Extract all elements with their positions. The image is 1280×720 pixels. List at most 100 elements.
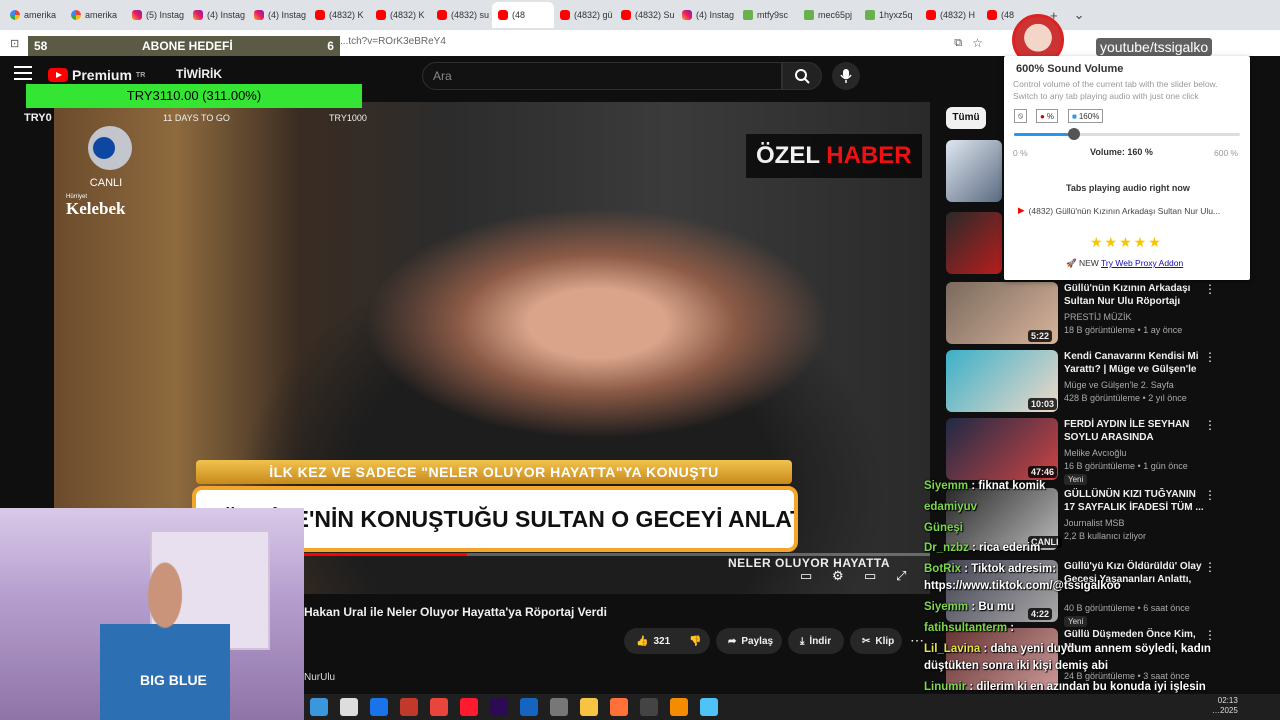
chat-message: Siyemm : fiknat komik [924,480,1045,492]
browser-tab-label: (4) Instag [207,10,246,20]
fullscreen-icon[interactable]: ⤢ [896,568,906,584]
browser-tab[interactable]: 1hyxz5q [859,2,920,28]
channel-name[interactable]: NurUlu [304,672,335,683]
clock-time: 02:13 [1217,696,1238,705]
app-icon[interactable] [400,698,418,716]
opera-icon[interactable] [460,698,478,716]
paint-icon[interactable] [700,698,718,716]
browser-tab[interactable]: (4832) K [370,2,431,28]
recommendation-item[interactable]: 47:46 FERDİ AYDIN İLE SEYHAN SOYLU ARASIN… [946,418,1266,485]
youtube-tab-icon: ▶ [1018,205,1025,215]
recommendation-thumbnail[interactable] [946,212,1002,274]
volume-slider-handle[interactable] [1068,128,1080,140]
thumbs-up-icon[interactable]: 👍 [636,636,648,647]
app-icon[interactable] [550,698,568,716]
new-badge: Yeni [1064,474,1088,485]
more-vert-icon[interactable]: ⋮ [1204,418,1216,432]
bookmark-star-icon[interactable]: ☆ [972,36,983,50]
search-button[interactable] [782,62,822,90]
recommendation-item[interactable]: 5:22 Güllü'nün Kızının Arkadaşı Sultan Nu… [946,282,1266,346]
premiere-icon[interactable] [490,698,508,716]
proxy-link[interactable]: Try Web Proxy Addon [1101,258,1183,268]
search-input[interactable]: Ara [422,62,782,90]
browser-tab-label: (4) Instag [268,10,307,20]
like-dislike-group[interactable]: 👍 321 👎 [624,628,710,654]
more-vert-icon[interactable]: ⋮ [1204,350,1216,364]
browser-tab[interactable]: (4832) H [920,2,981,28]
chat-message: Linumir : dilerim ki en azından bu konud… [924,681,1206,693]
subtitles-icon[interactable]: ▭ [800,568,812,584]
chrome-icon[interactable] [430,698,448,716]
browser-tab[interactable]: (48 [492,2,554,28]
browser-tab[interactable]: (4) Instag [187,2,248,28]
more-vert-icon[interactable]: ⋮ [1204,560,1216,574]
download-label: İndir [809,635,832,647]
clip-button[interactable]: ✂ Klip [850,628,902,654]
percent-chip[interactable]: ● % [1036,109,1058,123]
folder-icon[interactable] [580,698,598,716]
browser-tab[interactable]: amerika [4,2,65,28]
vlc-icon[interactable] [670,698,688,716]
browser-tab-label: (5) Instag [146,10,185,20]
youtube-logo[interactable]: Premium TR [48,67,145,83]
google-favicon-icon [71,10,81,20]
browser-tab[interactable]: (4832) Su [615,2,676,28]
recommendation-title[interactable]: Kendi Canavarını Kendisi Mi Yarattı? | M… [1064,350,1204,376]
share-button[interactable]: ➦ Paylaş [716,628,782,654]
recommendation-title[interactable]: FERDİ AYDIN İLE SEYHAN SOYLU ARASINDA HA… [1064,418,1204,444]
browser-tab[interactable]: (4832) K [309,2,370,28]
address-url[interactable]: ...tch?v=ROrK3eBReY4 [340,36,446,47]
thumbs-down-icon[interactable]: 👎 [689,636,701,647]
boost-chip[interactable]: ■ 160% [1068,109,1104,123]
windows-start-icon[interactable] [310,698,328,716]
tab-search-icon[interactable]: ⊡ [10,37,19,50]
youtube-favicon-icon [315,10,325,20]
youtube-favicon-icon [926,10,936,20]
settings-gear-icon[interactable]: ⚙ [832,568,844,584]
app-icon[interactable] [520,698,538,716]
recommendation-channel[interactable]: PRESTİJ MÜZİK [1064,312,1132,322]
hamburger-menu-icon[interactable] [14,66,32,80]
mute-chip[interactable]: ⦸ [1014,109,1028,123]
more-vert-icon[interactable]: ⋮ [1204,282,1216,296]
browser-tab-label: (4832) su [451,10,490,20]
browser-tab[interactable]: (4) Instag [676,2,737,28]
outlook-icon[interactable] [370,698,388,716]
recommendation-meta: 24 B görüntüleme • 3 saat önce [1064,671,1190,681]
lower-third-top: İLK KEZ VE SADECE "NELER OLUYOR HAYATTA"… [196,460,792,484]
recommendation-title[interactable]: GÜLLÜNÜN KIZI TUĞYANIN 17 SAYFALIK İFADE… [1064,488,1204,514]
download-button[interactable]: ⤓ İndir [788,628,844,654]
browser-tab[interactable]: amerika [65,2,126,28]
ozel-haber-badge: ÖZEL HABER [746,134,922,178]
recommendation-title[interactable]: Güllü'nün Kızının Arkadaşı Sultan Nur Ul… [1064,282,1204,308]
instagram-favicon-icon [193,10,203,20]
browser-tab[interactable]: (4832) gü [554,2,615,28]
voice-search-button[interactable] [832,62,860,90]
install-icon[interactable]: ⧉ [954,37,962,50]
more-actions-icon[interactable]: ⋯ [910,632,924,649]
recommendation-channel[interactable]: Journalist MSB [1064,518,1125,528]
store-icon[interactable] [340,698,358,716]
donation-goal-bar: TRY3110.00 (311.00%) [26,84,362,108]
recommendation-channel[interactable]: Melike Avcıoğlu [1064,448,1126,458]
rating-stars[interactable]: ★★★★★ [1090,234,1163,251]
browser-tab[interactable]: mtfy9sc [737,2,798,28]
channel-tag: youtube/tssigalko [1096,38,1213,56]
firefox-icon[interactable] [610,698,628,716]
browser-tab[interactable]: mec65pj [798,2,859,28]
recommendation-meta: 428 B görüntüleme • 2 yıl önce [1064,393,1187,403]
more-vert-icon[interactable]: ⋮ [1204,628,1216,642]
recommendation-channel[interactable]: Müge ve Gülşen'le 2. Sayfa [1064,380,1174,390]
filter-chip-all[interactable]: Tümü [946,107,986,129]
obs-icon[interactable] [640,698,658,716]
browser-tab[interactable]: (5) Instag [126,2,187,28]
browser-tab[interactable]: (4) Instag [248,2,309,28]
audio-tab-entry[interactable]: ▶ (4832) Güllü'nün Kızının Arkadaşı Sult… [1018,205,1220,216]
tab-list-icon[interactable]: ⌄ [1066,7,1093,23]
chat-message: Siyemm : Bu mu [924,601,1014,613]
recommendation-item[interactable]: 10:03 Kendi Canavarını Kendisi Mi Yarattı… [946,350,1266,414]
theater-mode-icon[interactable]: ▭ [864,568,876,584]
browser-tab[interactable]: (4832) su [431,2,492,28]
more-vert-icon[interactable]: ⋮ [1204,488,1216,502]
recommendation-thumbnail[interactable] [946,140,1002,202]
